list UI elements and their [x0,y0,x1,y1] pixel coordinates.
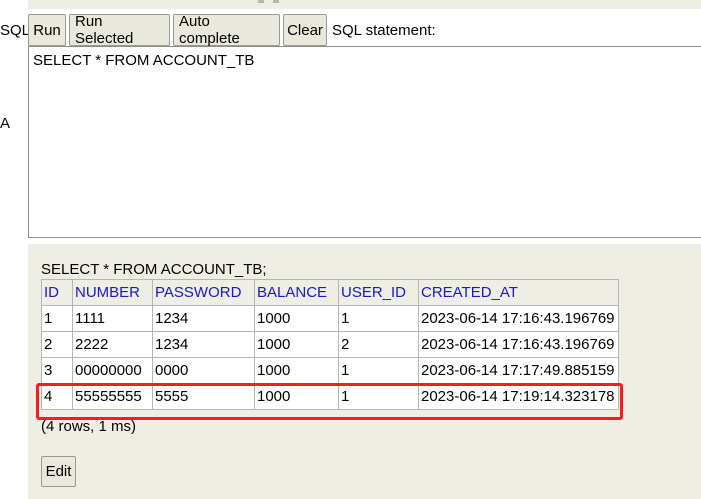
column-header-id[interactable]: ID [41,279,73,306]
table-cell: 4 [41,383,73,410]
sidebar-truncated-label: A [0,115,11,132]
sql-toolbar: Run Run Selected Auto complete Clear SQL… [28,13,436,47]
table-cell: 1234 [152,305,255,332]
table-cell: 5555 [152,383,255,410]
table-cell: 2023-06-14 17:19:14.323178 [418,383,619,410]
table-row: 2 2222 1234 1000 2 2023-06-14 17:16:43.1… [41,331,619,358]
table-cell: 2 [338,331,419,358]
column-header-created-at[interactable]: CREATED_AT [418,279,619,306]
h2-console-screen: SQL A Run Run Selected Auto complete Cle… [0,0,701,499]
table-cell: 1000 [254,383,339,410]
table-cell: 3 [41,357,73,384]
table-cell: 0000 [152,357,255,384]
edit-button[interactable]: Edit [41,456,76,487]
result-panel: SELECT * FROM ACCOUNT_TB; ID NUMBER PASS… [28,244,701,499]
table-cell: 2 [41,331,73,358]
table-cell: 2222 [72,331,153,358]
table-cell: 2023-06-14 17:16:43.196769 [418,305,619,332]
table-cell: 1000 [254,331,339,358]
table-row: 3 00000000 0000 1000 1 2023-06-14 17:17:… [41,357,619,384]
table-cell: 1 [338,383,419,410]
run-button[interactable]: Run [28,14,66,46]
table-cell: 1 [338,305,419,332]
table-cell: 00000000 [72,357,153,384]
auto-complete-button[interactable]: Auto complete [173,13,280,47]
table-row: 1 1111 1234 1000 1 2023-06-14 17:16:43.1… [41,305,619,332]
table-cell: 55555555 [72,383,153,410]
run-selected-button[interactable]: Run Selected [69,13,170,47]
column-header-balance[interactable]: BALANCE [254,279,339,306]
table-row-highlighted: 4 55555555 5555 1000 1 2023-06-14 17:19:… [41,383,619,410]
executed-query-text: SELECT * FROM ACCOUNT_TB; [41,261,267,278]
top-frame-strip [28,0,701,9]
column-header-number[interactable]: NUMBER [72,279,153,306]
table-cell: 1111 [72,305,153,332]
clear-button[interactable]: Clear [283,14,327,46]
table-cell: 1000 [254,357,339,384]
table-cell: 1234 [152,331,255,358]
sidebar-sql-label: SQL [0,22,31,39]
sql-input-textarea[interactable]: SELECT * FROM ACCOUNT_TB [28,46,701,238]
table-cell: 1 [338,357,419,384]
table-header-row: ID NUMBER PASSWORD BALANCE USER_ID CREAT… [41,279,619,306]
frame-mark [273,0,279,3]
table-cell: 2023-06-14 17:17:49.885159 [418,357,619,384]
frame-mark [258,0,264,3]
column-header-password[interactable]: PASSWORD [152,279,255,306]
table-cell: 1 [41,305,73,332]
result-table: ID NUMBER PASSWORD BALANCE USER_ID CREAT… [41,279,619,410]
table-cell: 1000 [254,305,339,332]
row-count-status: (4 rows, 1 ms) [41,418,137,435]
sql-statement-label: SQL statement: [332,21,436,39]
column-header-user-id[interactable]: USER_ID [338,279,419,306]
table-cell: 2023-06-14 17:16:43.196769 [418,331,619,358]
